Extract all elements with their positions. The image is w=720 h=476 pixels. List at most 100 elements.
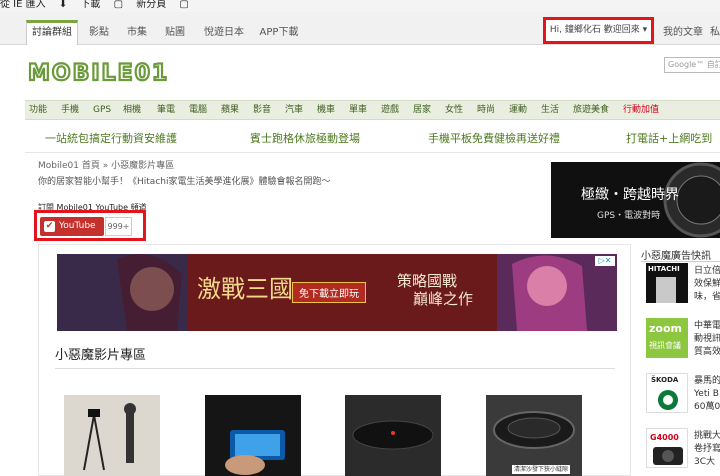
category-apple[interactable]: 蘋果 bbox=[221, 101, 239, 119]
adchoices-icon[interactable]: ▷✕ bbox=[595, 256, 615, 266]
new-tab-icon[interactable]: ▢ bbox=[114, 0, 123, 10]
my-articles-link[interactable]: 我的文章 bbox=[660, 20, 706, 45]
sidebar-line: 中華電 bbox=[694, 321, 720, 331]
breadcrumb[interactable]: Mobile01 首頁 » 小惡魔影片專區 bbox=[38, 158, 174, 171]
category-av[interactable]: 影音 bbox=[253, 101, 271, 119]
sidebar-text-2[interactable]: 中華電 動視訊 質高效 bbox=[694, 320, 720, 359]
category-life[interactable]: 生活 bbox=[541, 101, 559, 119]
sidebar-line: 卷抒寫 bbox=[694, 444, 720, 454]
new-tab-link[interactable]: 新分頁 bbox=[136, 0, 166, 10]
page-icon[interactable]: ▢ bbox=[179, 0, 188, 10]
google-search-input[interactable]: Google™ 自訂 bbox=[664, 57, 720, 73]
category-pc[interactable]: 電腦 bbox=[189, 101, 207, 119]
tripod-image bbox=[83, 403, 136, 471]
sidebar-line: 60萬0 bbox=[694, 402, 720, 412]
slogan-line-1: 策略國戰 bbox=[397, 272, 458, 290]
sidebar-text-1[interactable]: 日立倍效保鮮味，省 bbox=[694, 265, 720, 304]
download-link[interactable]: 下載 bbox=[80, 0, 100, 10]
sidebar-line: 效保鮮 bbox=[694, 279, 720, 289]
video-thumbnail-3[interactable] bbox=[345, 395, 441, 476]
section-divider bbox=[55, 368, 615, 369]
game-slogan: 策略國戰 巔峰之作 bbox=[397, 272, 473, 308]
category-fashion[interactable]: 時尚 bbox=[477, 101, 495, 119]
tab-forums[interactable]: 討論群組 bbox=[26, 20, 78, 45]
subscriber-count: 999+ bbox=[105, 217, 132, 236]
browser-favorites-bar: 從 IE 匯入 ⬇ 下載 ▢ 新分頁 ▢ bbox=[0, 0, 720, 12]
sidebar-line: 質高效 bbox=[694, 347, 720, 357]
logo-graphic: MOBILE01 bbox=[27, 60, 169, 87]
category-games[interactable]: 遊戲 bbox=[381, 101, 399, 119]
promo-link-3[interactable]: 手機平板免費健檢再送好禮 bbox=[428, 130, 560, 146]
category-cameras[interactable]: 相機 bbox=[123, 101, 141, 119]
sidebar-line: 3C大 bbox=[694, 457, 716, 467]
promo-link-1[interactable]: 一站統包搞定行動資安維護 bbox=[45, 130, 177, 146]
user-greeting-dropdown[interactable]: Hi, 鐘鄉化石 歡迎回來 ▾ bbox=[543, 17, 654, 44]
sidebar-ad-g4000[interactable]: G4000 bbox=[646, 428, 688, 468]
category-mobile-services[interactable]: 行動加值 bbox=[623, 101, 659, 119]
category-laptops[interactable]: 筆電 bbox=[157, 101, 175, 119]
sidebar-line: 動視訊 bbox=[694, 334, 720, 344]
divider bbox=[25, 152, 720, 153]
sidebar-line: 挑戰大 bbox=[694, 431, 720, 441]
youtube-button-label: YouTube bbox=[59, 221, 96, 231]
video-thumbnail-2[interactable] bbox=[205, 395, 301, 476]
game-banner-ad[interactable]: 激戰三國 免下載立即玩 策略國戰 巔峰之作 ▷✕ bbox=[57, 254, 617, 331]
tab-market[interactable]: 市集 bbox=[120, 20, 154, 45]
promo-link-2[interactable]: 賓士跑格休旅極動登場 bbox=[250, 130, 360, 146]
sidebar-text-3[interactable]: 暴馬的 Yeti B 60萬0 bbox=[694, 375, 720, 414]
tab-japan-travel[interactable]: 悅遊日本 bbox=[196, 20, 252, 45]
sidebar-line: Yeti B bbox=[694, 389, 719, 399]
vacuum-image bbox=[493, 411, 575, 449]
ad-subtitle: GPS・電波對時 bbox=[597, 211, 661, 221]
slogan-line-2: 巔峰之作 bbox=[413, 290, 474, 308]
category-cars[interactable]: 汽車 bbox=[285, 101, 303, 119]
sidebar-line: 味，省 bbox=[694, 292, 720, 302]
sidebar-ad-skoda[interactable]: ŠKODA bbox=[646, 373, 688, 413]
phone-image bbox=[225, 430, 285, 475]
download-icon[interactable]: ⬇ bbox=[59, 0, 67, 10]
sidebar-divider bbox=[641, 261, 720, 262]
game-title: 激戰三國 bbox=[197, 275, 293, 303]
video-thumbnail-4[interactable]: 清潔沙發下狹小縫隙 bbox=[486, 395, 582, 476]
thumbnail-caption: 清潔沙發下狹小縫隙 bbox=[512, 465, 571, 474]
sidebar-ad-hitachi[interactable]: HITACHI bbox=[646, 263, 688, 303]
video-thumbnail-1[interactable] bbox=[64, 395, 160, 476]
category-bicycles[interactable]: 單車 bbox=[349, 101, 367, 119]
youtube-subscribe-button[interactable]: ✔ YouTube bbox=[40, 217, 104, 236]
category-features[interactable]: 功能 bbox=[29, 101, 47, 119]
skoda-emblem bbox=[658, 390, 678, 410]
sidebar-heading: 小惡魔廣告快訊 bbox=[641, 251, 711, 262]
logo-text: MOBILE01 bbox=[28, 61, 169, 86]
sidebar-ad-zoom[interactable]: zoom 視訊會議 bbox=[646, 318, 688, 358]
category-gps[interactable]: GPS bbox=[93, 101, 111, 119]
category-travel-food[interactable]: 旅遊美食 bbox=[573, 101, 609, 119]
import-from-ie-link[interactable]: 從 IE 匯入 bbox=[0, 0, 46, 10]
checkmark-icon: ✔ bbox=[44, 221, 55, 232]
category-women[interactable]: 女性 bbox=[445, 101, 463, 119]
section-title: 小惡魔影片專區 bbox=[55, 348, 147, 363]
sidebar-line: 暴馬的 bbox=[694, 376, 720, 386]
appliance-image bbox=[656, 277, 676, 303]
sidebar-text-4[interactable]: 挑戰大卷抒寫 3C大 bbox=[694, 430, 720, 469]
camera-image bbox=[653, 447, 683, 465]
category-bar: 功能 手機 GPS 相機 筆電 電腦 蘋果 影音 汽車 機車 單車 遊戲 居家 … bbox=[25, 100, 720, 120]
device-image bbox=[352, 420, 434, 450]
sidebar-line: 日立倍 bbox=[694, 266, 720, 276]
tab-photos[interactable]: 贴圖 bbox=[158, 20, 192, 45]
ad-headline: 極緻・跨越時界 bbox=[581, 187, 679, 203]
category-sports[interactable]: 運動 bbox=[509, 101, 527, 119]
category-phones[interactable]: 手機 bbox=[61, 101, 79, 119]
category-motorcycles[interactable]: 機車 bbox=[317, 101, 335, 119]
zoom-subtitle: 視訊會議 bbox=[649, 341, 681, 350]
promo-link-4[interactable]: 打電話+上網吃到 bbox=[626, 130, 712, 146]
tab-videos[interactable]: 影點 bbox=[82, 20, 116, 45]
announcement-link[interactable]: 你的居家智能小幫手！《Hitachi家電生活美學進化展》體驗會報名開跑～ bbox=[38, 174, 330, 187]
play-now-button[interactable]: 免下載立即玩 bbox=[292, 282, 366, 303]
private-messages-link[interactable]: 私 bbox=[708, 20, 720, 45]
category-home[interactable]: 居家 bbox=[413, 101, 431, 119]
watch-advertisement[interactable]: 極緻・跨越時界 GPS・電波對時 bbox=[551, 162, 720, 238]
tab-app-download[interactable]: APP下載 bbox=[254, 20, 304, 45]
zoom-logo: zoom bbox=[649, 322, 682, 335]
mobile01-logo[interactable]: MOBILE01 bbox=[27, 58, 208, 88]
screen: 從 IE 匯入 ⬇ 下載 ▢ 新分頁 ▢ 討論群組 影點 市集 贴圖 悅遊日本 … bbox=[0, 0, 720, 476]
